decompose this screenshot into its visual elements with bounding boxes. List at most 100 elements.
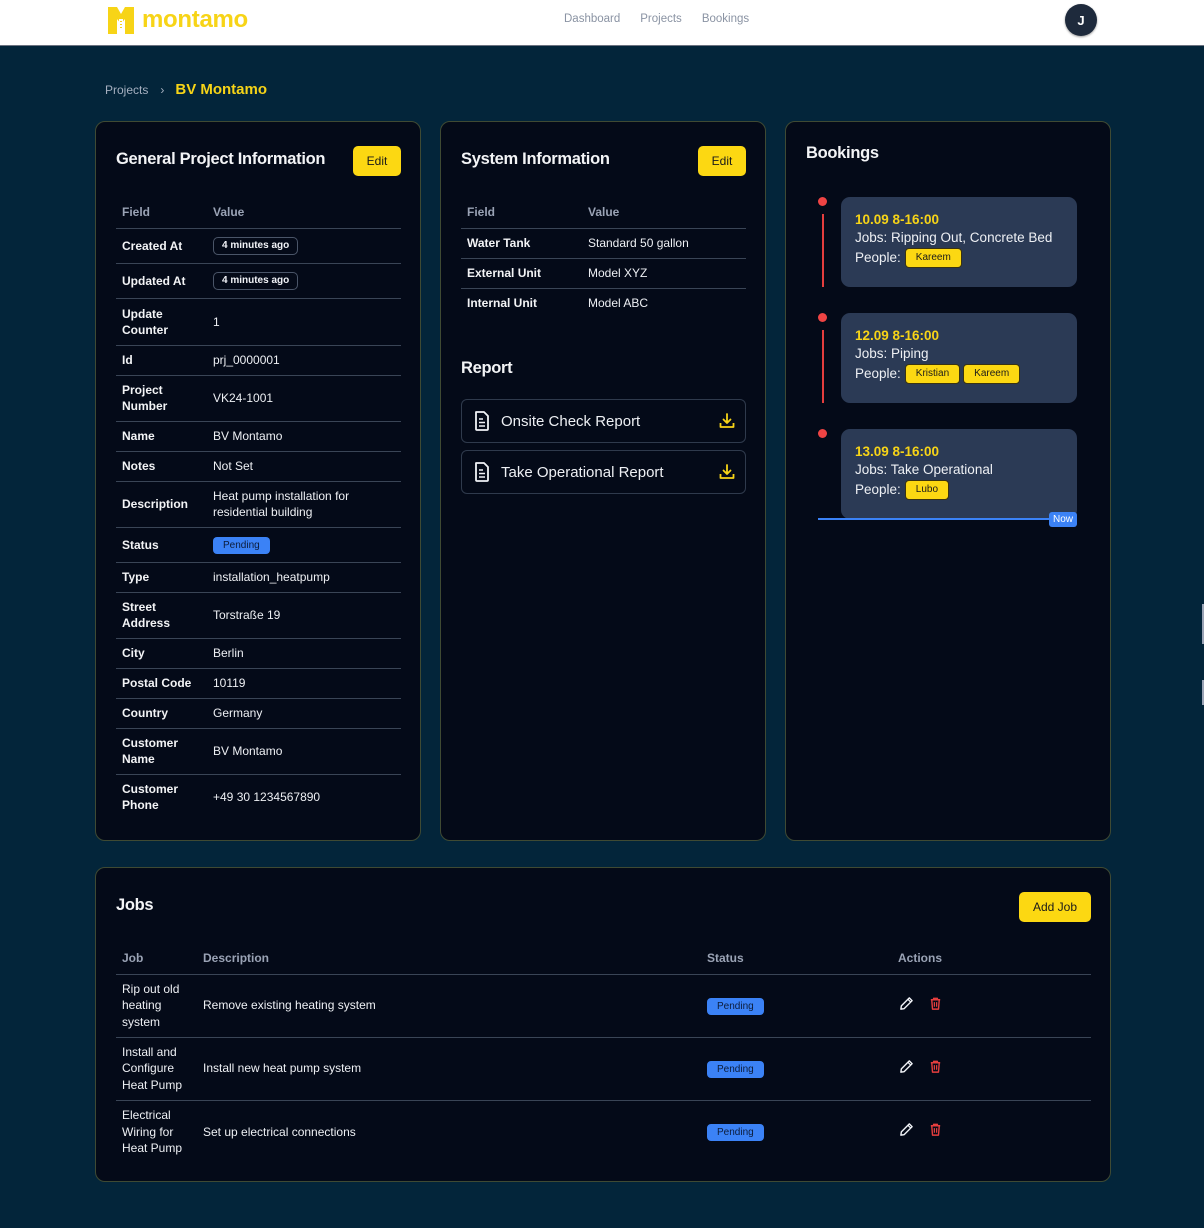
booking-date: 13.09 8-16:00 — [855, 444, 940, 459]
report-label: Onsite Check Report — [501, 412, 641, 430]
job-name: Install and Configure Heat Pump — [116, 1037, 197, 1101]
report-label: Take Operational Report — [501, 463, 664, 481]
edit-pencil-icon[interactable] — [899, 1122, 914, 1137]
field-label: Country — [116, 698, 207, 729]
field-value: 1 — [207, 298, 401, 346]
delete-trash-icon[interactable] — [928, 1122, 943, 1137]
field-label: Id — [116, 345, 207, 376]
column-header-status: Status — [701, 942, 892, 975]
now-badge: Now — [1049, 512, 1078, 527]
chevron-right-icon: › — [160, 82, 165, 97]
created-at-badge: 4 minutes ago — [213, 237, 299, 255]
booking-jobs: Jobs: Take Operational — [855, 462, 993, 477]
updated-at-badge: 4 minutes ago — [213, 272, 299, 290]
take-operational-report-item[interactable]: Take Operational Report — [461, 450, 746, 494]
field-label: Updated At — [116, 263, 207, 299]
field-value: Not Set — [207, 451, 401, 482]
table-row: External Unit Model XYZ — [461, 258, 746, 289]
table-row: Water Tank Standard 50 gallon — [461, 228, 746, 259]
booking-card[interactable]: 12.09 8-16:00 Jobs: Piping People: Krist… — [841, 313, 1077, 403]
nav-projects[interactable]: Projects — [640, 13, 682, 25]
field-label: Name — [116, 421, 207, 452]
system-info-card: System Information Edit Field Value Wate… — [440, 121, 766, 841]
booking-card[interactable]: 13.09 8-16:00 Jobs: Take Operational Peo… — [841, 429, 1077, 519]
field-value: Standard 50 gallon — [582, 228, 746, 259]
field-label: Type — [116, 562, 207, 593]
table-row: Postal Code 10119 — [116, 668, 401, 699]
edit-pencil-icon[interactable] — [899, 1059, 914, 1074]
field-label: Water Tank — [461, 228, 582, 259]
general-info-title: General Project Information — [116, 150, 326, 168]
timeline-dot — [818, 429, 827, 438]
table-row: Type installation_heatpump — [116, 562, 401, 593]
field-label: Update Counter — [116, 298, 207, 346]
status-badge: Pending — [707, 997, 764, 1015]
user-avatar[interactable]: J — [1065, 4, 1097, 36]
field-label: Internal Unit — [467, 296, 538, 311]
person-badge: Kareem — [963, 364, 1021, 384]
table-row: Updated At 4 minutes ago — [116, 263, 401, 299]
booking-date: 10.09 8-16:00 — [855, 212, 940, 227]
breadcrumb-projects[interactable]: Projects — [105, 83, 148, 97]
table-row: Rip out old heating system Remove existi… — [116, 974, 1091, 1038]
status-badge: Pending — [213, 536, 270, 554]
column-header-job: Job — [116, 942, 197, 975]
person-badge: Kareem — [904, 248, 962, 268]
timeline-dot — [818, 197, 827, 206]
timeline-line — [822, 214, 824, 287]
field-label: City — [116, 638, 207, 669]
column-header-value: Value — [207, 196, 401, 229]
field-value: installation_heatpump — [207, 562, 401, 593]
field-value: Heat pump installation for residential b… — [207, 481, 401, 528]
nav-dashboard[interactable]: Dashboard — [564, 13, 620, 25]
status-badge: Pending — [707, 1123, 764, 1141]
table-row: Update Counter 1 — [116, 298, 401, 346]
download-icon[interactable] — [719, 464, 735, 480]
field-label: Status — [116, 527, 207, 563]
booking-card[interactable]: 10.09 8-16:00 Jobs: Ripping Out, Concret… — [841, 197, 1077, 287]
field-label: External Unit — [461, 258, 582, 289]
field-value: Berlin — [207, 638, 401, 669]
column-header-description: Description — [197, 942, 701, 975]
field-label: Street Address — [116, 592, 207, 639]
system-info-table: Field Value Water Tank Standard 50 gallo… — [461, 196, 746, 318]
people-label: People: — [855, 482, 901, 497]
add-job-button[interactable]: Add Job — [1019, 892, 1091, 922]
field-value: BV Montamo — [207, 421, 401, 452]
table-row: Name BV Montamo — [116, 421, 401, 452]
field-label: Created At — [116, 228, 207, 264]
nav-bookings[interactable]: Bookings — [702, 13, 749, 25]
delete-trash-icon[interactable] — [928, 1059, 943, 1074]
table-row: Status Pending — [116, 527, 401, 563]
column-header-actions: Actions — [892, 942, 1091, 975]
field-label: Description — [116, 481, 207, 528]
field-label: Postal Code — [116, 668, 207, 699]
top-navbar: montamo Dashboard Projects Bookings J — [0, 0, 1204, 46]
download-icon[interactable] — [719, 413, 735, 429]
booking-jobs: Jobs: Ripping Out, Concrete Bed — [855, 230, 1053, 245]
field-value: BV Montamo — [207, 728, 401, 775]
delete-trash-icon[interactable] — [928, 996, 943, 1011]
table-row: Created At 4 minutes ago — [116, 228, 401, 264]
table-row: Street Address Torstraße 19 — [116, 592, 401, 639]
edit-general-button[interactable]: Edit — [353, 146, 401, 176]
edit-system-button[interactable]: Edit — [698, 146, 746, 176]
table-row: Customer Phone +49 30 1234567890 — [116, 774, 401, 820]
people-label: People: — [855, 250, 901, 265]
column-header-value: Value — [582, 196, 746, 229]
table-row: Country Germany — [116, 698, 401, 729]
person-badge: Kristian — [904, 364, 961, 384]
edit-pencil-icon[interactable] — [899, 996, 914, 1011]
brand-logo[interactable]: montamo — [108, 6, 248, 34]
field-value: Model XYZ — [582, 258, 746, 289]
document-icon — [475, 411, 489, 431]
timeline-line — [822, 330, 824, 403]
field-value: prj_0000001 — [207, 345, 401, 376]
job-description: Set up electrical connections — [203, 1124, 356, 1139]
bookings-title: Bookings — [806, 144, 879, 162]
onsite-check-report-item[interactable]: Onsite Check Report — [461, 399, 746, 443]
column-header-field: Field — [461, 196, 582, 229]
bookings-card: Bookings 10.09 8-16:00 Jobs: Ripping Out… — [785, 121, 1111, 841]
field-value: +49 30 1234567890 — [213, 790, 321, 805]
report-title: Report — [461, 359, 513, 377]
